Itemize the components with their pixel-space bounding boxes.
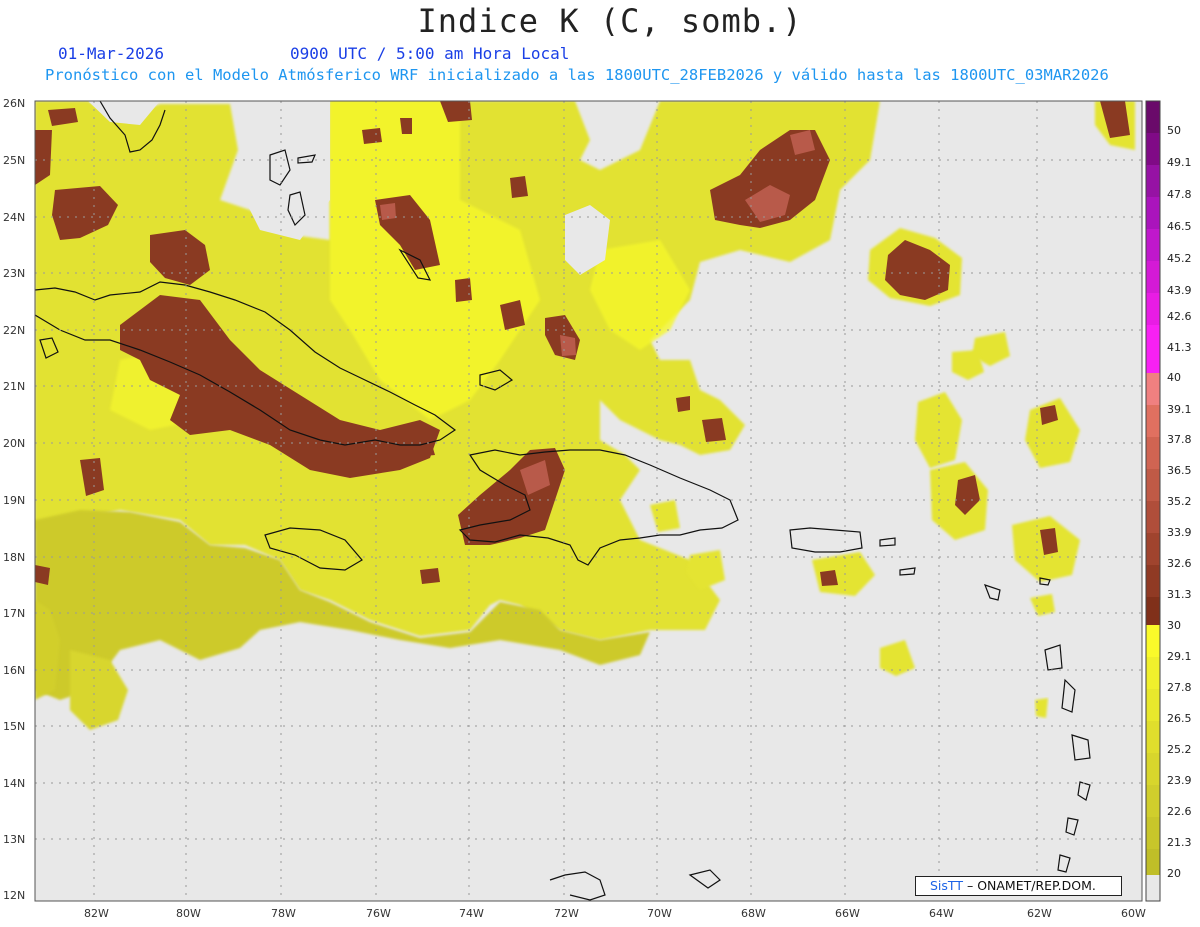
k-high-north-3 (362, 128, 382, 144)
colorbar-label: 32.6 (1167, 557, 1192, 570)
lat-label: 25N (3, 154, 25, 167)
colorbar-label: 47.8 (1167, 188, 1192, 201)
colorbar-label: 45.2 (1167, 252, 1192, 265)
lat-label: 23N (3, 267, 25, 280)
colorbar-label: 31.3 (1167, 588, 1192, 601)
lon-label: 78W (271, 907, 296, 920)
colorbar-label: 33.9 (1167, 526, 1192, 539)
lat-label: 17N (3, 607, 25, 620)
lat-label: 13N (3, 833, 25, 846)
lat-label: 26N (3, 97, 25, 110)
colorbar-label: 21.3 (1167, 836, 1192, 849)
colorbar: 50 49.1 47.8 46.5 45.2 43.9 42.6 41.3 40… (1145, 100, 1192, 902)
lon-label: 80W (176, 907, 201, 920)
colorbar-label: 29.1 (1167, 650, 1192, 663)
lat-label: 16N (3, 664, 25, 677)
lon-label: 64W (929, 907, 954, 920)
colorbar-label: 27.8 (1167, 681, 1192, 694)
colorbar-label: 30 (1167, 619, 1181, 632)
k-high-east-8 (676, 396, 690, 412)
k-high-east-7 (702, 418, 726, 442)
k-core-4 (560, 335, 576, 356)
colorbar-label: 41.3 (1167, 341, 1192, 354)
colorbar-label: 22.6 (1167, 805, 1192, 818)
k-high-east-6 (820, 570, 838, 586)
credit-box: SisTT – ONAMET/REP.DOM. (915, 876, 1122, 896)
lon-label: 82W (84, 907, 109, 920)
k-high-south-2 (420, 568, 440, 584)
colorbar-label: 46.5 (1167, 220, 1192, 233)
colorbar-label: 49.1 (1167, 156, 1192, 169)
lon-label: 62W (1027, 907, 1052, 920)
lat-label: 18N (3, 551, 25, 564)
lon-label: 70W (647, 907, 672, 920)
colorbar-label: 35.2 (1167, 495, 1192, 508)
lat-label: 12N (3, 889, 25, 902)
colorbar-label: 36.5 (1167, 464, 1192, 477)
lon-label: 74W (459, 907, 484, 920)
lat-label: 21N (3, 380, 25, 393)
lon-label: 68W (741, 907, 766, 920)
colorbar-label: 20 (1167, 867, 1181, 880)
lon-label: 66W (835, 907, 860, 920)
lat-label: 14N (3, 777, 25, 790)
k-high-north-2 (510, 176, 528, 198)
lat-label: 15N (3, 720, 25, 733)
lat-label: 22N (3, 324, 25, 337)
lon-label: 72W (554, 907, 579, 920)
sistt-logo: SisTT (930, 878, 963, 893)
colorbar-label: 40 (1167, 371, 1181, 384)
colorbar-label: 25.2 (1167, 743, 1192, 756)
lat-label: 20N (3, 437, 25, 450)
credit-text: – ONAMET/REP.DOM. (966, 878, 1096, 893)
k-high-center-1 (455, 278, 472, 302)
colorbar-label: 43.9 (1167, 284, 1192, 297)
latitude-labels: 26N 25N 24N 23N 22N 21N 20N 19N 18N 17N … (3, 97, 25, 902)
k-high-north-4 (400, 118, 412, 134)
k-high-south-1 (35, 565, 50, 585)
colorbar-label: 23.9 (1167, 774, 1192, 787)
lon-label: 76W (366, 907, 391, 920)
lat-label: 24N (3, 211, 25, 224)
colorbar-label: 50 (1167, 124, 1181, 137)
colorbar-label: 42.6 (1167, 310, 1192, 323)
k-index-map: 26N 25N 24N 23N 22N 21N 20N 19N 18N 17N … (3, 97, 1192, 920)
k-high-cuba-east (400, 438, 435, 458)
longitude-labels: 82W 80W 78W 76W 74W 72W 70W 68W 66W 64W … (84, 907, 1146, 920)
colorbar-label: 37.8 (1167, 433, 1192, 446)
colorbar-label: 26.5 (1167, 712, 1192, 725)
colorbar-label: 39.1 (1167, 403, 1192, 416)
lat-label: 19N (3, 494, 25, 507)
lon-label: 60W (1121, 907, 1146, 920)
